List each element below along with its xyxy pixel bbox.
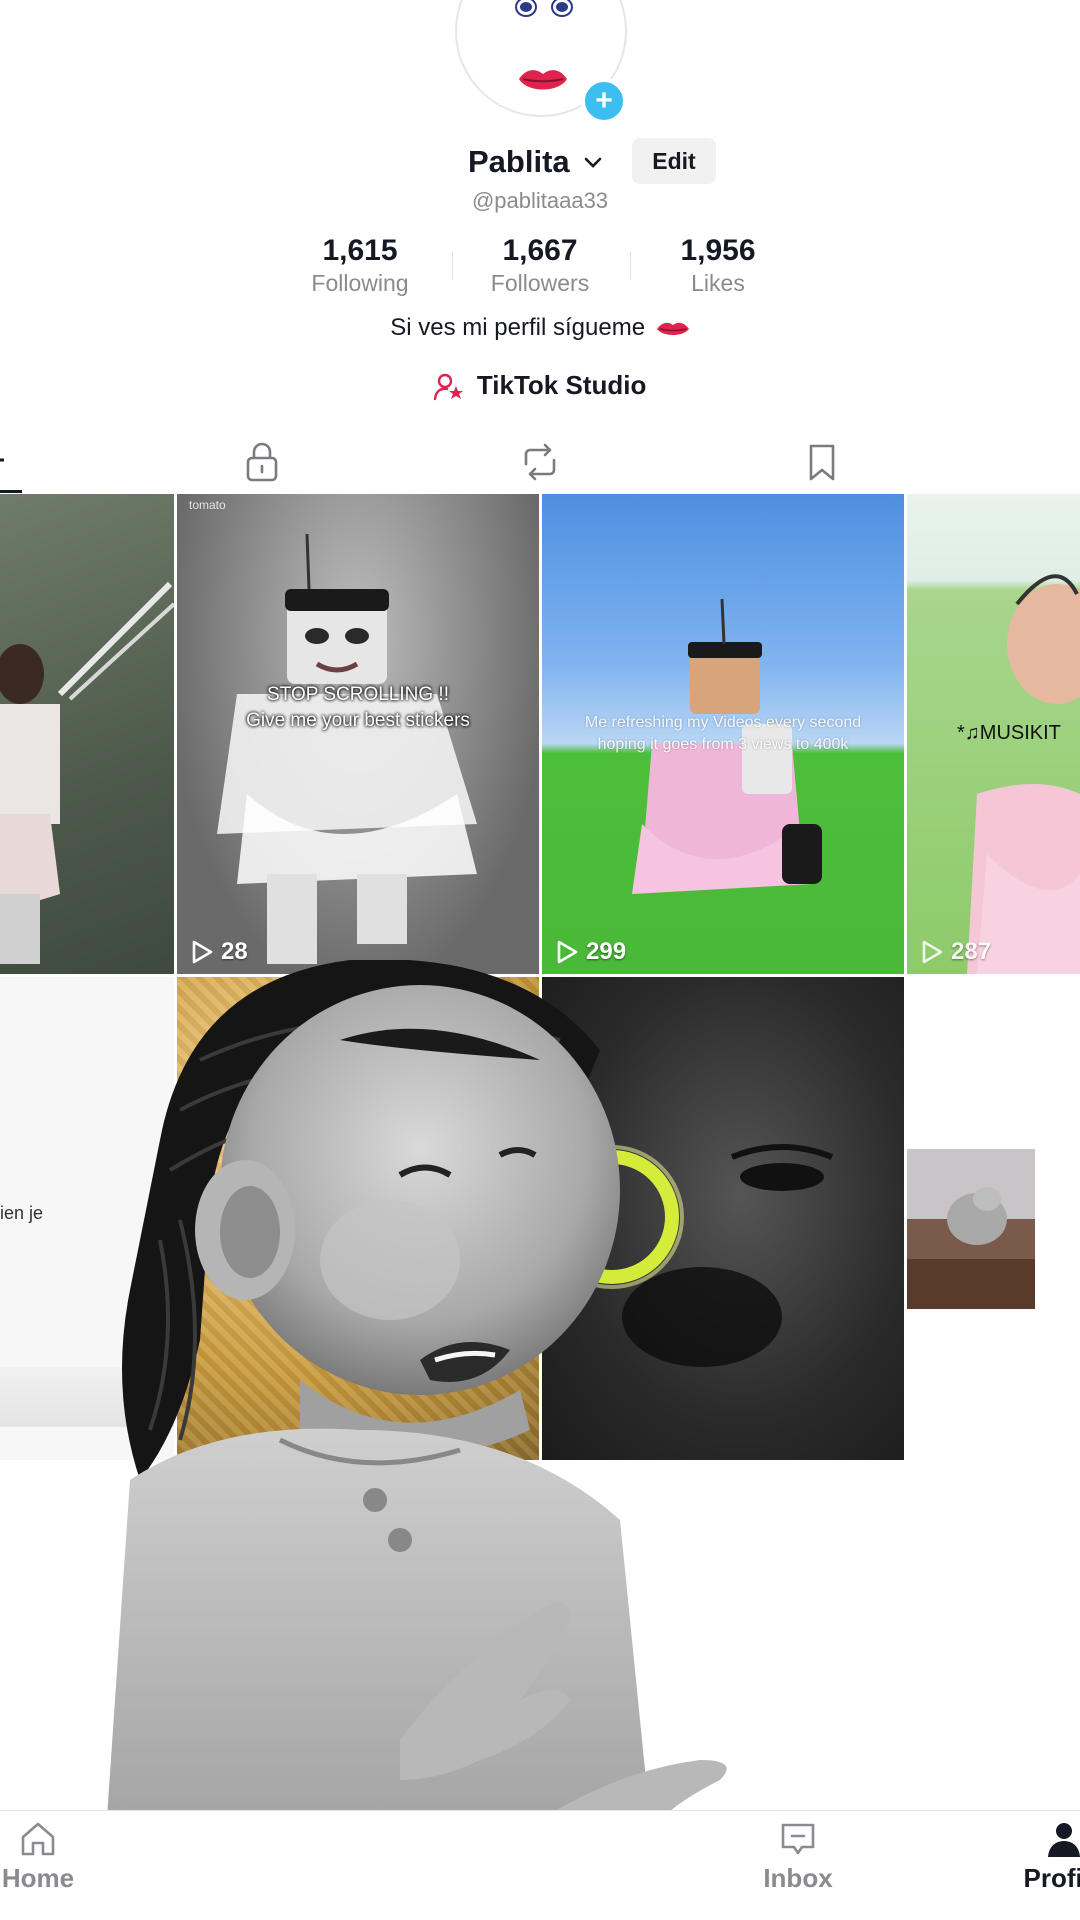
stat-following-label: Following xyxy=(311,270,409,296)
bio-text: Si ves mi perfil sígueme xyxy=(390,314,646,341)
tab-videos-underline xyxy=(0,490,22,493)
tiktok-studio-link[interactable]: TikTok Studio xyxy=(0,370,1080,401)
video-tile[interactable]: Me refreshing my Videos every second hop… xyxy=(542,494,904,974)
nav-profile[interactable]: Profile xyxy=(1004,1819,1080,1894)
video-caption: ien je xyxy=(0,1203,44,1223)
lock-icon[interactable] xyxy=(240,440,284,484)
inbox-icon xyxy=(781,1823,815,1855)
video-tile[interactable]: ien je xyxy=(0,977,174,1460)
video-thumbnail xyxy=(907,1149,1035,1309)
play-icon xyxy=(192,940,213,964)
repost-icon[interactable] xyxy=(518,440,562,484)
video-caption: Me refreshing my Videos every second hop… xyxy=(542,712,904,755)
nav-home[interactable]: Home xyxy=(0,1819,98,1894)
video-thumbnail xyxy=(217,533,477,964)
video-thumbnail xyxy=(0,581,174,964)
profile-screen: + Pablita Edit @pablitaaa33 1,615 Follow… xyxy=(0,0,1080,1920)
stat-followers-label: Followers xyxy=(490,270,590,296)
view-count: 28 xyxy=(191,938,248,966)
avatar-eye-right xyxy=(553,0,571,15)
stat-following-value: 1,615 xyxy=(322,234,398,267)
stat-divider xyxy=(452,252,453,280)
view-count: 287 xyxy=(921,938,991,966)
video-tile[interactable] xyxy=(177,977,539,1460)
name-row: Pablita Edit xyxy=(0,138,1080,188)
view-count: 299 xyxy=(556,938,626,966)
video-tile[interactable]: tomato STOP SCROLLING !! Give me your be… xyxy=(177,494,539,974)
stat-likes-value: 1,956 xyxy=(680,234,756,267)
video-tile[interactable] xyxy=(907,977,1080,1460)
lips-icon xyxy=(519,70,567,90)
profile-person-icon xyxy=(1048,1823,1080,1857)
play-icon xyxy=(922,940,943,964)
stat-following[interactable]: 1,615 Following xyxy=(280,234,440,297)
view-count-value: 28 xyxy=(221,938,248,965)
avatar-eye-left xyxy=(517,0,535,15)
video-thumbnail xyxy=(0,1367,174,1427)
video-caption: STOP SCROLLING !! Give me your best stic… xyxy=(177,682,539,733)
play-icon xyxy=(557,940,578,964)
stat-likes-label: Likes xyxy=(691,270,745,296)
stat-likes[interactable]: 1,956 Likes xyxy=(638,234,798,297)
profile-name[interactable]: Pablita xyxy=(468,144,570,180)
view-count-value: 299 xyxy=(586,938,627,965)
home-icon xyxy=(21,1822,55,1856)
studio-label: TikTok Studio xyxy=(476,370,647,400)
view-count-value: 287 xyxy=(951,938,992,965)
video-thumbnail xyxy=(542,1144,834,1367)
grid-icon[interactable] xyxy=(0,440,24,484)
video-caption-line2: Give me your best stickers xyxy=(246,709,470,731)
video-caption-line1: STOP SCROLLING !! xyxy=(267,684,449,705)
nav-inbox-label: Inbox xyxy=(763,1863,833,1893)
studio-person-star-icon xyxy=(433,373,463,401)
edit-profile-button[interactable]: Edit xyxy=(632,138,716,184)
chevron-down-icon[interactable] xyxy=(583,152,603,172)
content-tabs xyxy=(0,430,1080,494)
nav-profile-label: Profile xyxy=(1023,1863,1080,1893)
video-tile[interactable] xyxy=(0,494,174,974)
video-caption-line1: Me refreshing my Videos every second xyxy=(584,714,862,731)
profile-stats: 1,615 Following 1,667 Followers 1,956 Li… xyxy=(0,234,1080,304)
video-tile[interactable] xyxy=(542,977,904,1460)
video-tile[interactable]: *♫MUSIKIT 287 xyxy=(907,494,1080,974)
stat-followers-value: 1,667 xyxy=(502,234,578,267)
nav-home-label: Home xyxy=(1,1863,75,1893)
bookmark-icon[interactable] xyxy=(800,440,844,484)
video-caption-line2: hoping it goes from 3 views to 400k xyxy=(597,735,849,753)
stat-followers[interactable]: 1,667 Followers xyxy=(460,234,620,297)
nav-inbox[interactable]: Inbox xyxy=(738,1819,858,1894)
lips-emoji-icon xyxy=(656,322,689,335)
profile-handle: @pablitaaa33 xyxy=(471,188,609,213)
bottom-nav: Home Inbox Profile xyxy=(0,1810,1080,1920)
video-thumbnail xyxy=(177,977,539,1460)
add-avatar-button[interactable]: + xyxy=(581,78,627,124)
stat-divider xyxy=(630,252,631,280)
profile-bio: Si ves mi perfil sígueme xyxy=(0,314,1080,342)
video-caption: *♫MUSIKIT xyxy=(957,722,1061,744)
